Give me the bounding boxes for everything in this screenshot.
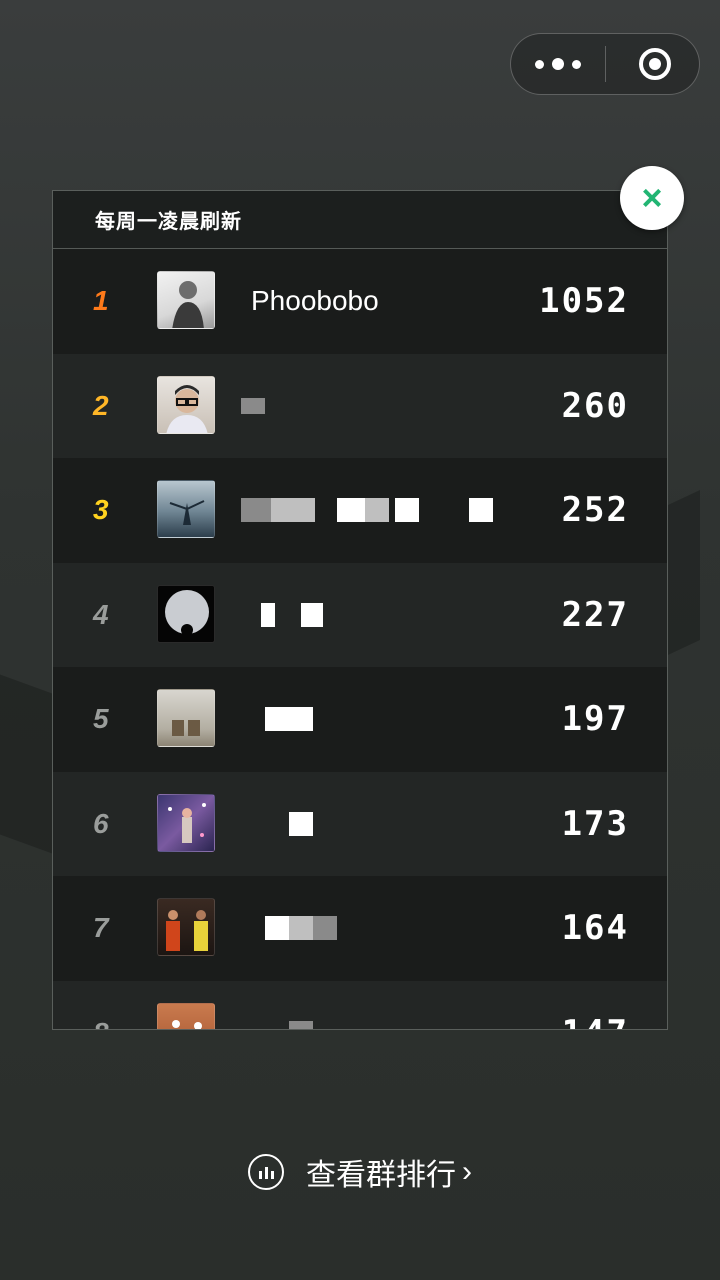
player-name bbox=[251, 667, 313, 772]
player-score: 173 bbox=[561, 803, 629, 844]
player-name bbox=[251, 981, 313, 1029]
bar-chart-icon bbox=[248, 1154, 284, 1190]
group-ranking-button[interactable]: 查看群排行 › bbox=[248, 1152, 472, 1192]
avatar bbox=[157, 1002, 215, 1029]
player-score: 252 bbox=[561, 490, 629, 531]
list-item[interactable]: 7 164 bbox=[53, 876, 667, 981]
ranking-list[interactable]: 1 Phoobobo 1052 2 260 3 252 4 227 5 197 … bbox=[53, 249, 667, 1029]
close-icon: × bbox=[641, 177, 663, 218]
player-name: Phoobobo bbox=[251, 285, 379, 317]
avatar bbox=[157, 584, 215, 643]
more-dots-icon[interactable] bbox=[511, 34, 605, 94]
group-ranking-label: 查看群排行 bbox=[306, 1159, 456, 1192]
player-name bbox=[251, 876, 337, 981]
miniprogram-capsule bbox=[510, 33, 700, 95]
avatar bbox=[157, 793, 215, 852]
rank-number: 4 bbox=[93, 598, 109, 630]
rank-number: 8 bbox=[93, 981, 109, 1029]
list-item[interactable]: 3 252 bbox=[53, 458, 667, 563]
player-score: 1052 bbox=[539, 281, 629, 322]
list-item[interactable]: 2 260 bbox=[53, 353, 667, 459]
avatar bbox=[157, 480, 215, 538]
chevron-right-icon: › bbox=[462, 1155, 472, 1188]
avatar bbox=[157, 271, 215, 329]
avatar bbox=[157, 375, 215, 434]
rank-number: 6 bbox=[93, 807, 109, 839]
avatar bbox=[157, 898, 215, 956]
player-score: 227 bbox=[561, 594, 629, 635]
player-score: 260 bbox=[561, 385, 629, 426]
capsule-divider bbox=[605, 46, 606, 82]
list-item[interactable]: 6 173 bbox=[53, 771, 667, 877]
rank-number: 2 bbox=[93, 389, 109, 421]
player-name bbox=[251, 772, 313, 877]
player-name bbox=[241, 354, 265, 459]
player-score: 197 bbox=[561, 699, 629, 740]
list-item[interactable]: 5 197 bbox=[53, 667, 667, 772]
player-score: 147 bbox=[562, 981, 629, 1029]
player-name bbox=[251, 563, 323, 668]
close-button[interactable]: × bbox=[620, 166, 684, 230]
rank-number: 1 bbox=[93, 285, 109, 317]
player-name bbox=[241, 458, 493, 563]
rank-number: 3 bbox=[93, 494, 109, 526]
panel-header: 每周一凌晨刷新 bbox=[53, 191, 667, 249]
avatar bbox=[157, 689, 215, 747]
player-score: 164 bbox=[561, 908, 629, 949]
miniprogram-target-icon[interactable] bbox=[639, 48, 671, 80]
ranking-panel: 每周一凌晨刷新 1 Phoobobo 1052 2 260 3 252 4 22… bbox=[52, 190, 668, 1030]
list-item[interactable]: 4 227 bbox=[53, 562, 667, 668]
rank-number: 5 bbox=[93, 703, 109, 735]
list-item[interactable]: 1 Phoobobo 1052 bbox=[53, 249, 667, 354]
rank-number: 7 bbox=[93, 912, 109, 944]
list-item[interactable]: 8 147 bbox=[53, 980, 667, 1029]
